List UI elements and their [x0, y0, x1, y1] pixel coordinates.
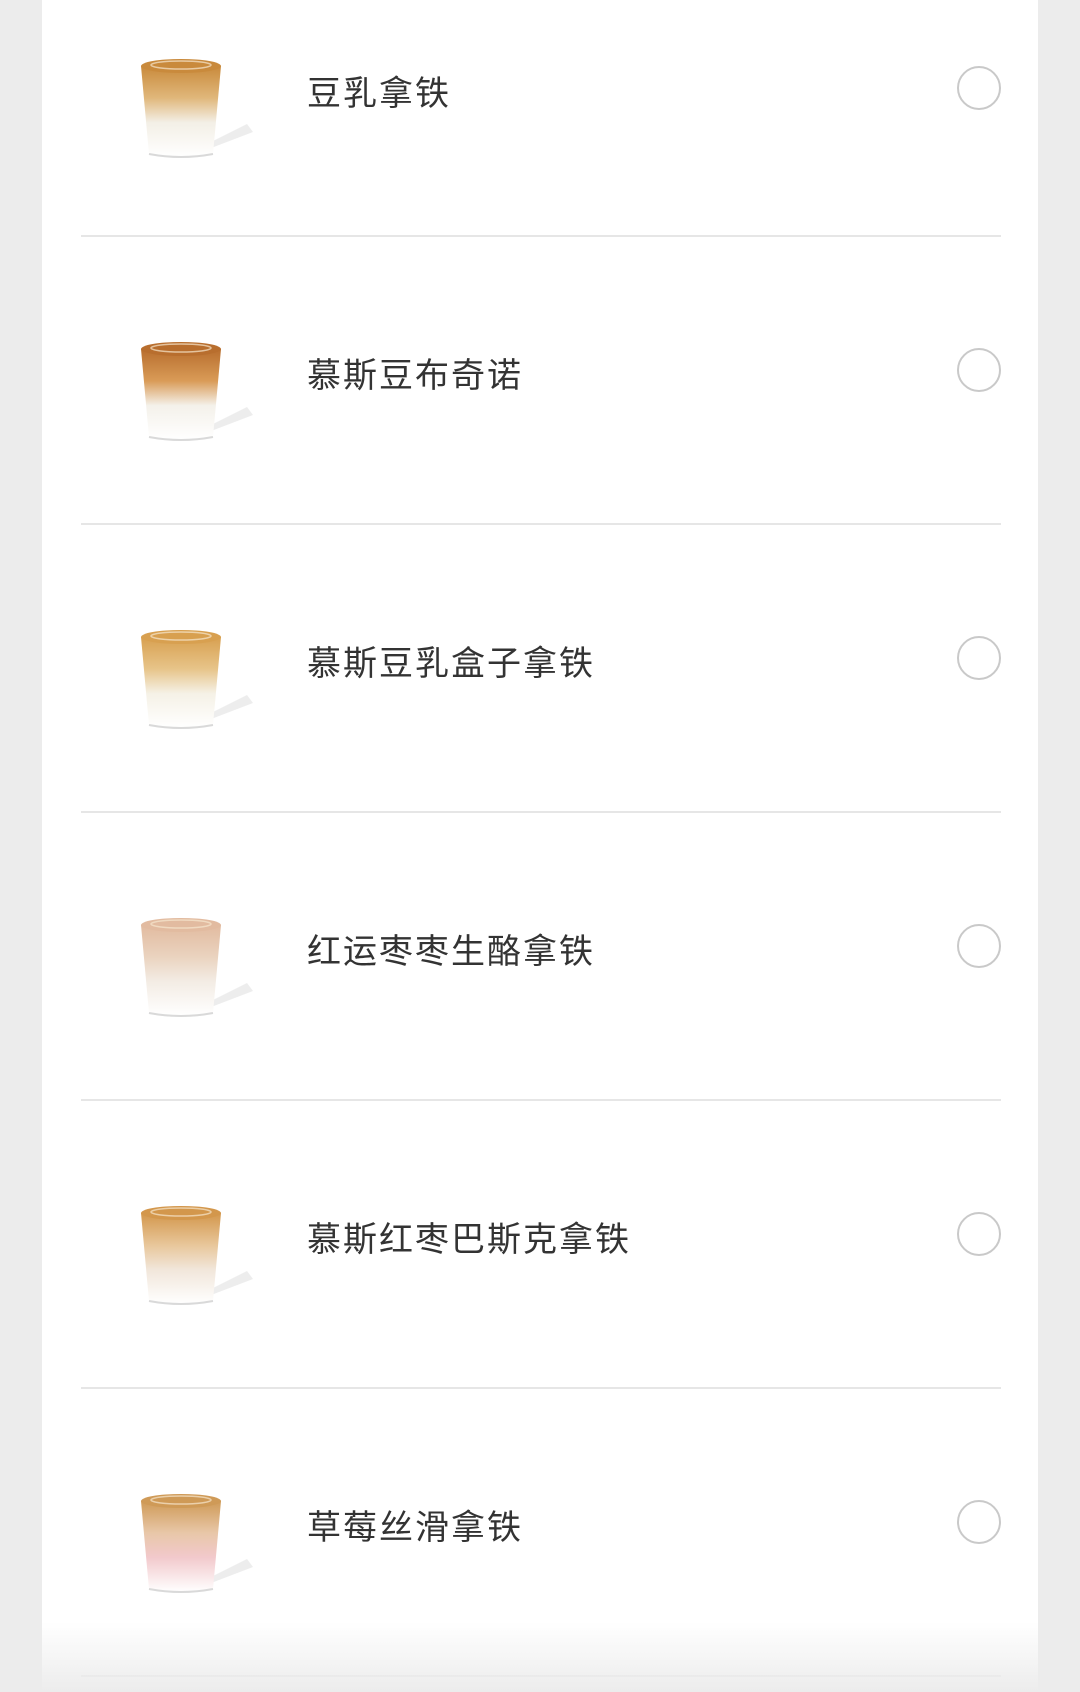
list-item[interactable]: 慕斯豆乳盒子拿铁 [81, 525, 1001, 813]
select-radio[interactable] [957, 66, 1001, 110]
list-item[interactable]: 红运枣枣生酪拿铁 [81, 813, 1001, 1101]
cup-icon [141, 630, 253, 729]
drink-name: 豆乳拿铁 [307, 74, 451, 114]
select-radio[interactable] [957, 348, 1001, 392]
cup-icon [141, 342, 253, 441]
drink-list-panel: 豆乳拿铁 慕斯豆布奇诺 慕斯豆乳盒子拿铁 红运枣枣生酪拿铁 慕斯红枣巴斯克拿铁 … [42, 0, 1038, 1692]
drink-name: 草莓丝滑拿铁 [307, 1508, 523, 1548]
drink-name: 慕斯红枣巴斯克拿铁 [307, 1220, 631, 1260]
select-radio[interactable] [957, 1212, 1001, 1256]
list-item[interactable]: 慕斯豆布奇诺 [81, 237, 1001, 525]
select-radio[interactable] [957, 1500, 1001, 1544]
list-item[interactable]: 豆乳拿铁 [81, 0, 1001, 237]
drink-name: 红运枣枣生酪拿铁 [307, 932, 595, 972]
drink-list: 豆乳拿铁 慕斯豆布奇诺 慕斯豆乳盒子拿铁 红运枣枣生酪拿铁 慕斯红枣巴斯克拿铁 … [81, 0, 1001, 1677]
list-item[interactable]: 慕斯红枣巴斯克拿铁 [81, 1101, 1001, 1389]
cup-icon [141, 59, 253, 158]
cup-icon [141, 1494, 253, 1593]
select-radio[interactable] [957, 924, 1001, 968]
cup-icon [141, 918, 253, 1017]
cup-icon [141, 1206, 253, 1305]
drink-name: 慕斯豆布奇诺 [307, 356, 523, 396]
select-radio[interactable] [957, 636, 1001, 680]
bottom-fade [0, 1622, 1080, 1692]
drink-name: 慕斯豆乳盒子拿铁 [307, 644, 595, 684]
